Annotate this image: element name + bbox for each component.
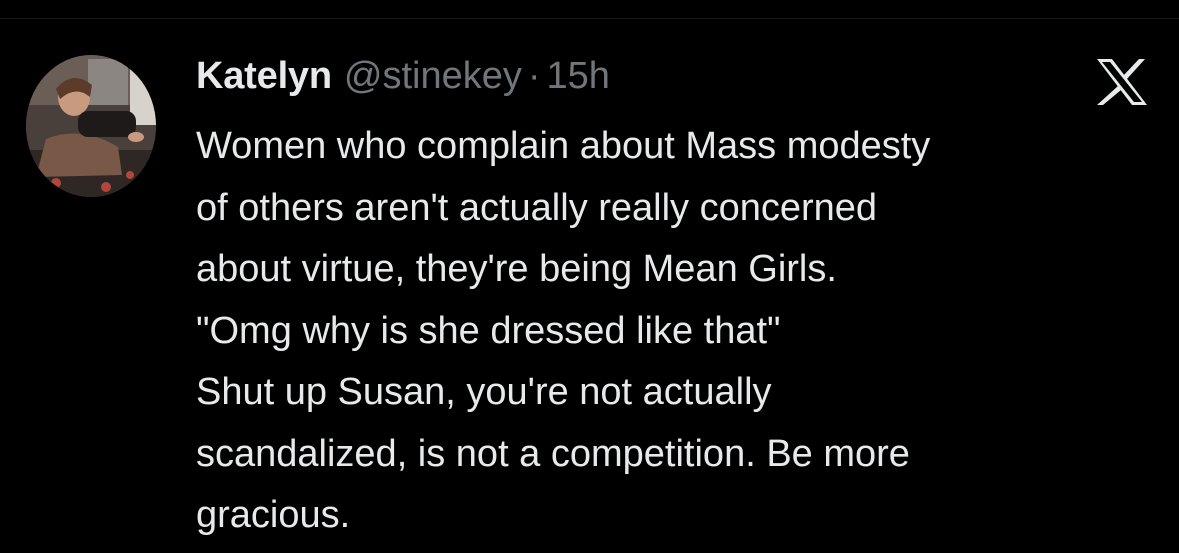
x-logo-icon-glyph (1097, 59, 1147, 105)
handle[interactable]: @stinekey (344, 55, 522, 98)
tweet-text-line: "Omg why is she dressed like that" (196, 309, 781, 352)
tweet-text-line: scandalized, is not a competition. Be mo… (196, 432, 910, 475)
tweet-text: Women who complain about Mass modesty of… (196, 116, 1156, 547)
tweet-text-line: Women who complain about Mass modesty (196, 125, 931, 167)
avatar[interactable] (26, 55, 156, 197)
separator-dot: · (527, 55, 541, 97)
tweet-text-line: Shut up Susan, you're not actually (196, 371, 772, 413)
tweet-text-line: about virtue, they're being Mean Girls. (196, 248, 837, 290)
display-name[interactable]: Katelyn (196, 55, 332, 98)
top-divider (0, 0, 1179, 19)
x-logo-icon (1095, 57, 1149, 107)
tweet-header: Katelyn @stinekey · 15h (196, 55, 610, 105)
avatar-image (26, 55, 156, 197)
tweet-text-line: gracious. (196, 494, 351, 536)
timestamp[interactable]: 15h (547, 55, 610, 98)
tweet-text-line: of others aren't actually really concern… (196, 186, 878, 229)
tweet-card[interactable]: Katelyn @stinekey · 15h Women who compla… (0, 19, 1179, 553)
